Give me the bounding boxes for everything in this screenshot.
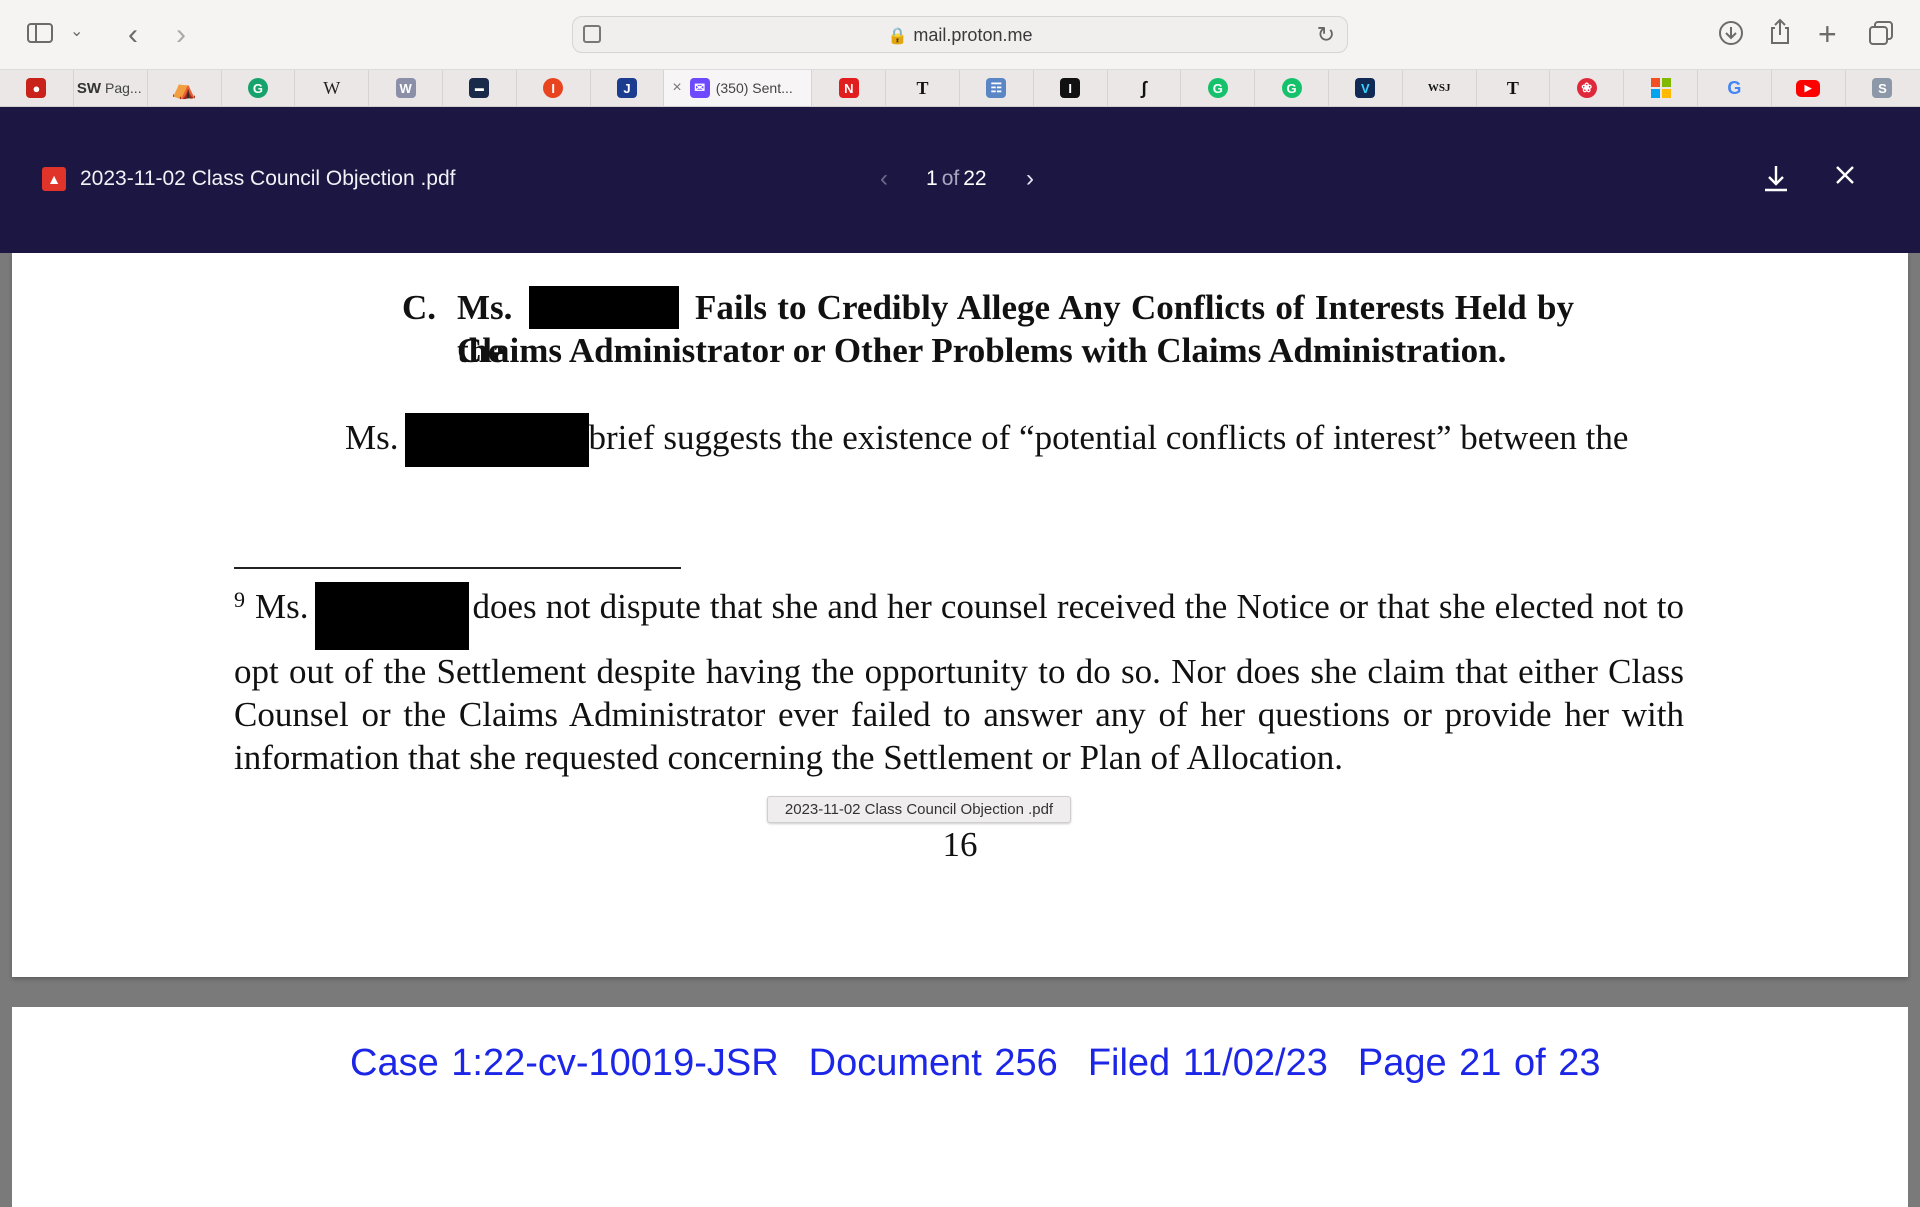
tab-22[interactable] <box>1624 70 1698 106</box>
forward-icon[interactable]: › <box>176 20 186 50</box>
redaction-box <box>404 413 589 467</box>
red-app-icon: ● <box>26 78 47 98</box>
tab-4[interactable]: G <box>222 70 296 106</box>
page-navigator: ‹ 1 of 22 › <box>870 165 1050 195</box>
tab-8[interactable]: I <box>517 70 591 106</box>
footnote: 9 Ms. does not dispute that she and her co… <box>234 582 1684 779</box>
close-tab-icon[interactable]: × <box>672 79 681 97</box>
s-gray-icon: S <box>1872 78 1893 98</box>
i-red-icon: I <box>543 78 564 98</box>
download-icon[interactable] <box>1762 163 1790 200</box>
tab-6[interactable]: W <box>369 70 443 106</box>
tab-9[interactable]: J <box>591 70 665 106</box>
redaction-box <box>314 582 469 650</box>
chevron-down-icon[interactable]: ⌄ <box>70 24 83 40</box>
reload-icon[interactable]: ↻ <box>1317 22 1335 48</box>
page-indicator: 1 of 22 <box>926 167 987 191</box>
tab-11[interactable]: N <box>812 70 887 106</box>
share-icon[interactable] <box>1768 18 1792 50</box>
tab-overview-icon[interactable] <box>1868 20 1894 50</box>
wikipedia-icon: W <box>323 77 341 98</box>
footnote-divider <box>234 567 681 569</box>
i-black-icon: I <box>1060 78 1081 98</box>
pdf-next-page <box>12 1007 1908 1207</box>
heading-number: C. <box>402 288 437 327</box>
tab-12[interactable]: T <box>886 70 960 106</box>
tab-5[interactable]: W <box>295 70 370 106</box>
pdf-file-name: 2023-11-02 Class Council Objection .pdf <box>80 167 456 190</box>
url-text: mail.proton.me <box>913 25 1033 45</box>
grammarly-icon: G <box>247 78 268 98</box>
bookmark-icon: ▬ <box>469 78 490 98</box>
footnote-ms: Ms. <box>255 587 309 626</box>
document-number: Document 256 <box>808 1042 1058 1084</box>
tab-13[interactable]: ☶ <box>960 70 1034 106</box>
rainbow-icon: ⛺ <box>171 77 197 100</box>
tab-18[interactable]: V <box>1329 70 1403 106</box>
body-paragraph: Ms. brief suggests the existence of “pote… <box>345 413 1685 467</box>
tab-23[interactable]: G <box>1698 70 1772 106</box>
tab-active-proton[interactable]: × ✉ (350) Sent... <box>664 70 813 106</box>
tab-19[interactable]: WSJ <box>1403 70 1477 106</box>
w-purple-icon: W <box>395 78 416 98</box>
n-icon: N <box>838 78 859 98</box>
tab-1[interactable]: ● <box>0 70 74 106</box>
grammarly-icon: G <box>1207 78 1228 98</box>
sw-icon: SW <box>76 79 102 97</box>
s-black-icon: ∫ <box>1141 77 1147 98</box>
yelp-icon: ❀ <box>1576 78 1597 98</box>
filed-date: Filed 11/02/23 <box>1087 1042 1328 1084</box>
pdf-file-icon: ▲ <box>42 167 66 191</box>
current-page: 1 <box>926 167 938 190</box>
sidebar-icon[interactable] <box>26 21 54 49</box>
footnote-number: 9 <box>234 587 245 612</box>
tab-14[interactable]: I <box>1034 70 1108 106</box>
heading-ms: Ms. <box>457 288 513 327</box>
close-icon[interactable] <box>1832 162 1858 195</box>
ecf-header: Case 1:22-cv-10019-JSR Document 256 Filed … <box>350 1042 1631 1085</box>
tab-label: (350) Sent... <box>715 80 793 96</box>
total-pages: 22 <box>963 167 987 190</box>
heading-line-2: Claims Administrator or Other Problems w… <box>457 331 1507 370</box>
microsoft-icon <box>1650 78 1671 98</box>
google-icon: G <box>1727 77 1742 98</box>
file-name-tooltip: 2023-11-02 Class Council Objection .pdf <box>767 796 1071 823</box>
tab-16[interactable]: G <box>1181 70 1256 106</box>
tab-20[interactable]: T <box>1477 70 1551 106</box>
tab-17[interactable]: G <box>1255 70 1329 106</box>
grammarly-icon: G <box>1281 78 1302 98</box>
para-ms: Ms. <box>345 418 399 457</box>
page-number: 16 <box>942 825 978 864</box>
browser-toolbar: ⌄ ‹ › 🔒 mail.proton.me ↻ + <box>0 0 1920 70</box>
tab-3[interactable]: ⛺ <box>148 70 222 106</box>
v-icon: V <box>1355 78 1376 98</box>
wsj-icon: WSJ <box>1427 82 1451 94</box>
tab-label: Pag... <box>105 80 142 96</box>
tab-bar: ● SW Pag... ⛺ G W W ▬ I J × ✉ (350) Sent...… <box>0 70 1920 107</box>
tab-25[interactable]: S <box>1846 70 1920 106</box>
previous-page-icon[interactable]: ‹ <box>880 165 888 193</box>
nyt-icon: T <box>916 77 929 98</box>
back-icon[interactable]: ‹ <box>128 20 138 50</box>
j-icon: J <box>616 78 637 98</box>
case-number: Case 1:22-cv-10019-JSR <box>350 1042 779 1084</box>
tab-7[interactable]: ▬ <box>443 70 517 106</box>
book-icon: ☶ <box>986 78 1007 98</box>
proton-mail-icon: ✉ <box>689 78 710 98</box>
youtube-icon: ▶ <box>1796 79 1821 97</box>
nyt-icon: T <box>1506 77 1519 98</box>
tab-15[interactable]: ∫ <box>1108 70 1182 106</box>
of-label: of <box>941 167 960 190</box>
page-of: Page 21 of 23 <box>1357 1042 1601 1084</box>
downloads-icon[interactable] <box>1718 20 1744 50</box>
redaction-box <box>528 286 679 329</box>
address-bar[interactable]: 🔒 mail.proton.me ↻ <box>572 16 1348 53</box>
tab-24[interactable]: ▶ <box>1772 70 1846 106</box>
next-page-icon[interactable]: › <box>1026 165 1034 193</box>
para-text: brief suggests the existence of “potenti… <box>588 418 1629 457</box>
lock-icon: 🔒 <box>887 28 908 45</box>
tab-pag[interactable]: SW Pag... <box>74 70 148 106</box>
tab-21[interactable]: ❀ <box>1550 70 1625 106</box>
new-tab-icon[interactable]: + <box>1818 18 1837 50</box>
